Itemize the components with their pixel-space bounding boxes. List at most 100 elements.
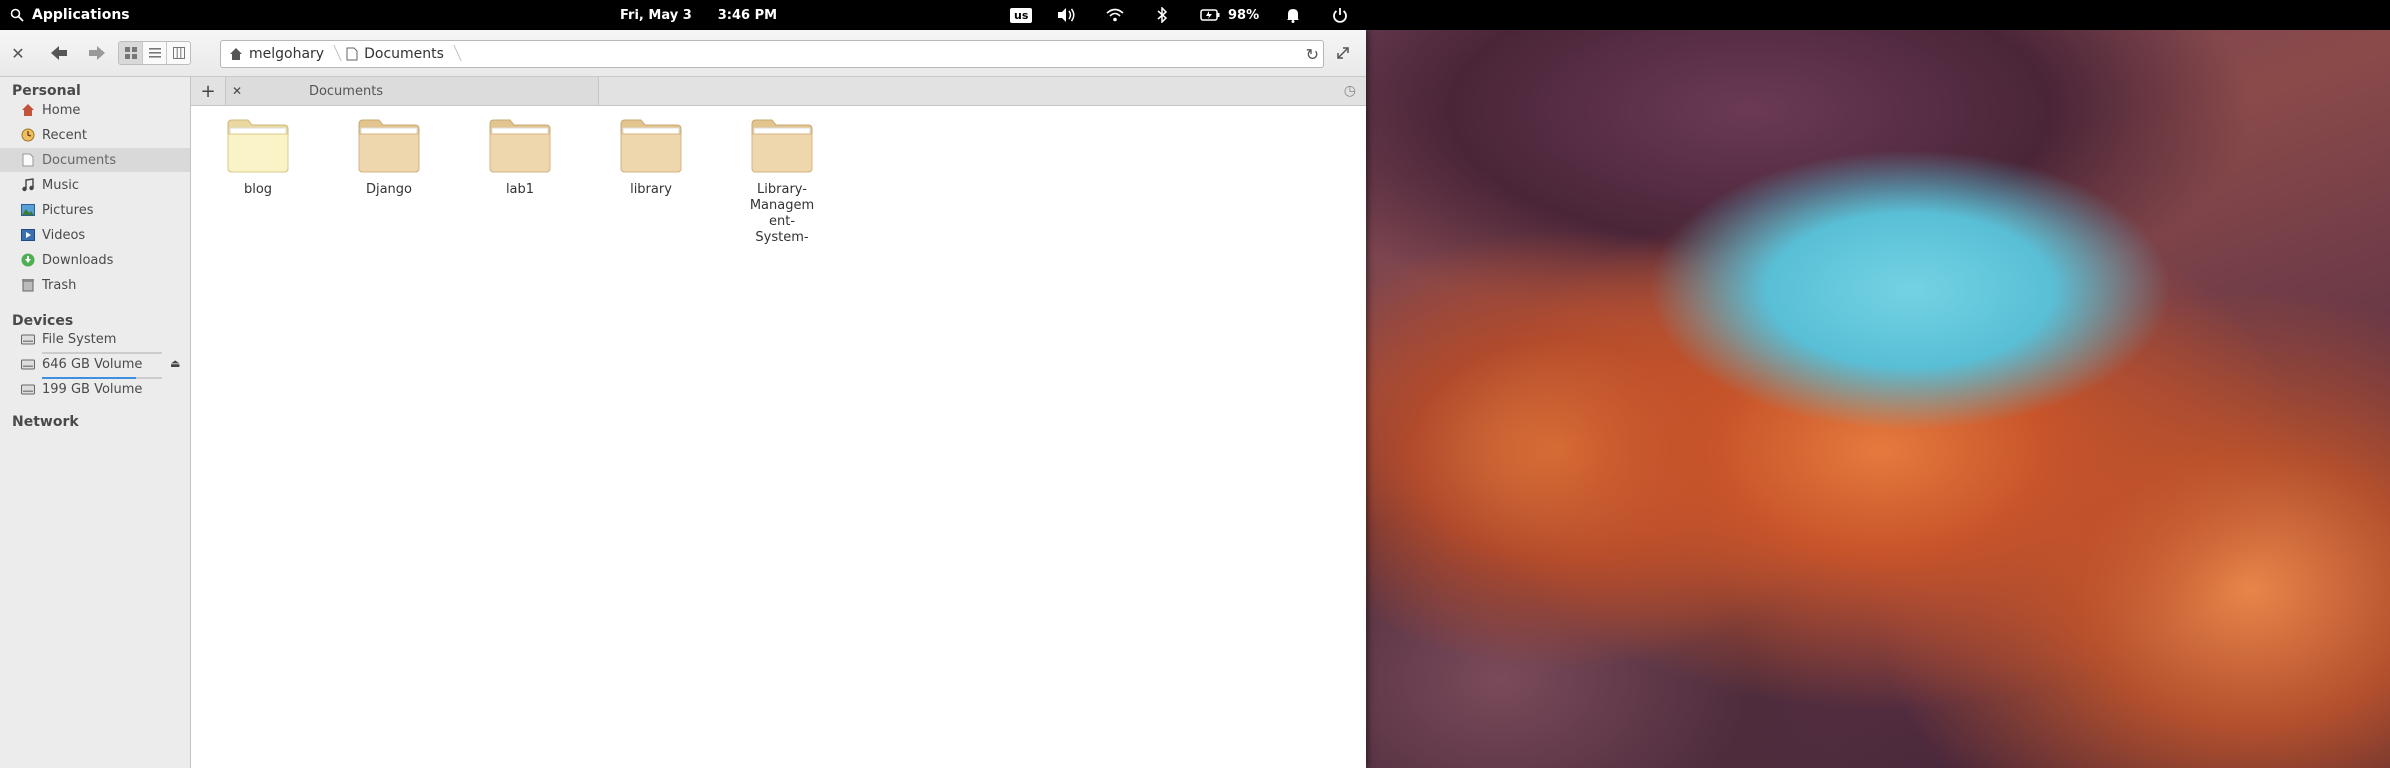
eject-icon: ⏏ xyxy=(170,357,181,370)
arrow-left-icon xyxy=(51,46,67,60)
folder-name: blog xyxy=(243,182,273,197)
drive-icon xyxy=(20,381,36,397)
close-icon: ✕ xyxy=(232,84,243,98)
grid-icon xyxy=(124,47,137,59)
sidebar-item-trash[interactable]: Trash xyxy=(0,273,190,297)
list-icon xyxy=(148,48,161,58)
sidebar-header-personal: Personal xyxy=(12,83,81,99)
sidebar-header-network[interactable]: Network xyxy=(12,414,79,430)
sidebar-item-documents[interactable]: Documents xyxy=(0,148,190,172)
list-view-button[interactable] xyxy=(143,42,167,64)
sidebar-item-downloads[interactable]: Downloads xyxy=(0,248,190,272)
view-switcher xyxy=(118,41,191,65)
sidebar-item-label: 646 GB Volume xyxy=(42,356,143,372)
wifi-icon xyxy=(1106,8,1124,22)
plus-icon: + xyxy=(200,80,216,102)
folder-name: lab1 xyxy=(505,182,535,197)
applications-menu[interactable]: Applications xyxy=(10,0,130,30)
sidebar-item-label: File System xyxy=(42,331,117,347)
clock-date: Fri, May 3 xyxy=(620,7,692,23)
column-view-button[interactable] xyxy=(167,42,190,64)
folder-icon xyxy=(489,119,551,173)
history-icon: ◷ xyxy=(1343,83,1356,99)
folder-item-django[interactable]: Django xyxy=(329,118,449,198)
breadcrumb-label: Documents xyxy=(364,46,444,62)
sidebar-item-file-system[interactable]: File System xyxy=(0,327,190,351)
sidebar-item-label: Documents xyxy=(42,152,117,168)
folder-item-blog[interactable]: blog xyxy=(198,118,318,198)
location-bar[interactable]: melgohary Documents ↻ xyxy=(220,40,1324,68)
eject-button[interactable]: ⏏ xyxy=(170,357,180,370)
folder-icon xyxy=(227,119,289,173)
folder-item-library[interactable]: library xyxy=(591,118,711,198)
search-icon xyxy=(10,8,24,22)
folder-item-lab1[interactable]: lab1 xyxy=(460,118,580,198)
breadcrumb-home[interactable]: melgohary xyxy=(221,41,338,67)
maximize-button[interactable] xyxy=(1336,30,1350,76)
recent-icon xyxy=(20,127,36,143)
sidebar-item-home[interactable]: Home xyxy=(0,98,190,122)
breadcrumb-documents[interactable]: Documents xyxy=(338,41,458,67)
maximize-icon xyxy=(1337,47,1349,59)
arrow-right-icon xyxy=(89,46,105,60)
sidebar-item-label: Videos xyxy=(42,227,86,243)
downloads-icon xyxy=(20,252,36,268)
session-indicator[interactable] xyxy=(1332,0,1348,30)
battery-icon xyxy=(1200,9,1220,21)
sidebar-item-646gb-volume[interactable]: 646 GB Volume xyxy=(0,352,190,376)
drive-icon xyxy=(20,331,36,347)
columns-icon xyxy=(172,47,185,59)
folder-name: library xyxy=(630,182,672,197)
tab-bar: + ✕ Documents ◷ xyxy=(191,77,1366,106)
reload-button[interactable]: ↻ xyxy=(1306,41,1319,67)
pictures-icon xyxy=(20,202,36,218)
drive-icon xyxy=(20,356,36,372)
home-icon xyxy=(20,102,36,118)
folder-icon xyxy=(751,119,813,173)
folder-name: Django xyxy=(365,182,413,197)
volume-indicator[interactable] xyxy=(1056,0,1076,30)
sidebar-item-recent[interactable]: Recent xyxy=(0,123,190,147)
notifications-indicator[interactable] xyxy=(1286,0,1300,30)
sidebar-item-label: Pictures xyxy=(42,202,94,218)
reload-icon: ↻ xyxy=(1305,44,1319,64)
music-icon xyxy=(20,177,36,193)
sidebar-item-label: Downloads xyxy=(42,252,114,268)
tab-label: Documents xyxy=(308,83,384,99)
network-indicator[interactable] xyxy=(1106,0,1124,30)
back-button[interactable] xyxy=(46,30,72,76)
sidebar-item-label: Trash xyxy=(42,277,77,293)
sidebar-item-music[interactable]: Music xyxy=(0,173,190,197)
close-window-button[interactable]: ✕ xyxy=(8,30,28,76)
sidebar: Personal Home Recent Documents Music Pic… xyxy=(0,77,191,768)
sidebar-item-199gb-volume[interactable]: 199 GB Volume xyxy=(0,377,190,401)
sidebar-item-videos[interactable]: Videos xyxy=(0,223,190,247)
keyboard-indicator[interactable]: us xyxy=(1010,0,1033,30)
new-tab-button[interactable]: + xyxy=(191,77,226,105)
folder-icon xyxy=(620,119,682,173)
file-view: blog Django lab1 library Library-Managem… xyxy=(191,106,1366,768)
bell-icon xyxy=(1287,9,1299,23)
sidebar-item-label: Home xyxy=(42,102,81,118)
videos-icon xyxy=(20,227,36,243)
tab-documents[interactable]: ✕ Documents xyxy=(226,77,599,105)
trash-icon xyxy=(20,277,36,293)
bluetooth-indicator[interactable] xyxy=(1156,0,1168,30)
sidebar-item-pictures[interactable]: Pictures xyxy=(0,198,190,222)
breadcrumb-label: melgohary xyxy=(249,46,325,62)
icon-view-button[interactable] xyxy=(119,42,143,64)
close-icon: ✕ xyxy=(11,43,25,63)
clock[interactable]: Fri, May 3 3:46 PM xyxy=(620,0,777,30)
folder-item-library-management-system[interactable]: Library-Management-System- xyxy=(722,118,842,246)
sidebar-item-label: Recent xyxy=(42,127,87,143)
closed-tabs-button[interactable]: ◷ xyxy=(1344,77,1356,105)
sidebar-item-label: Music xyxy=(42,177,79,193)
file-manager-window: ✕ melgohary Documents ↻ Personal Home Re… xyxy=(0,30,1366,768)
clock-time: 3:46 PM xyxy=(717,7,778,23)
forward-button[interactable] xyxy=(84,30,110,76)
applications-label: Applications xyxy=(32,7,130,23)
power-indicator[interactable]: 98% xyxy=(1200,0,1259,30)
close-tab-button[interactable]: ✕ xyxy=(232,77,242,105)
folder-name: Library-Management-System- xyxy=(749,182,815,245)
keyboard-layout-badge: us xyxy=(1010,7,1033,23)
